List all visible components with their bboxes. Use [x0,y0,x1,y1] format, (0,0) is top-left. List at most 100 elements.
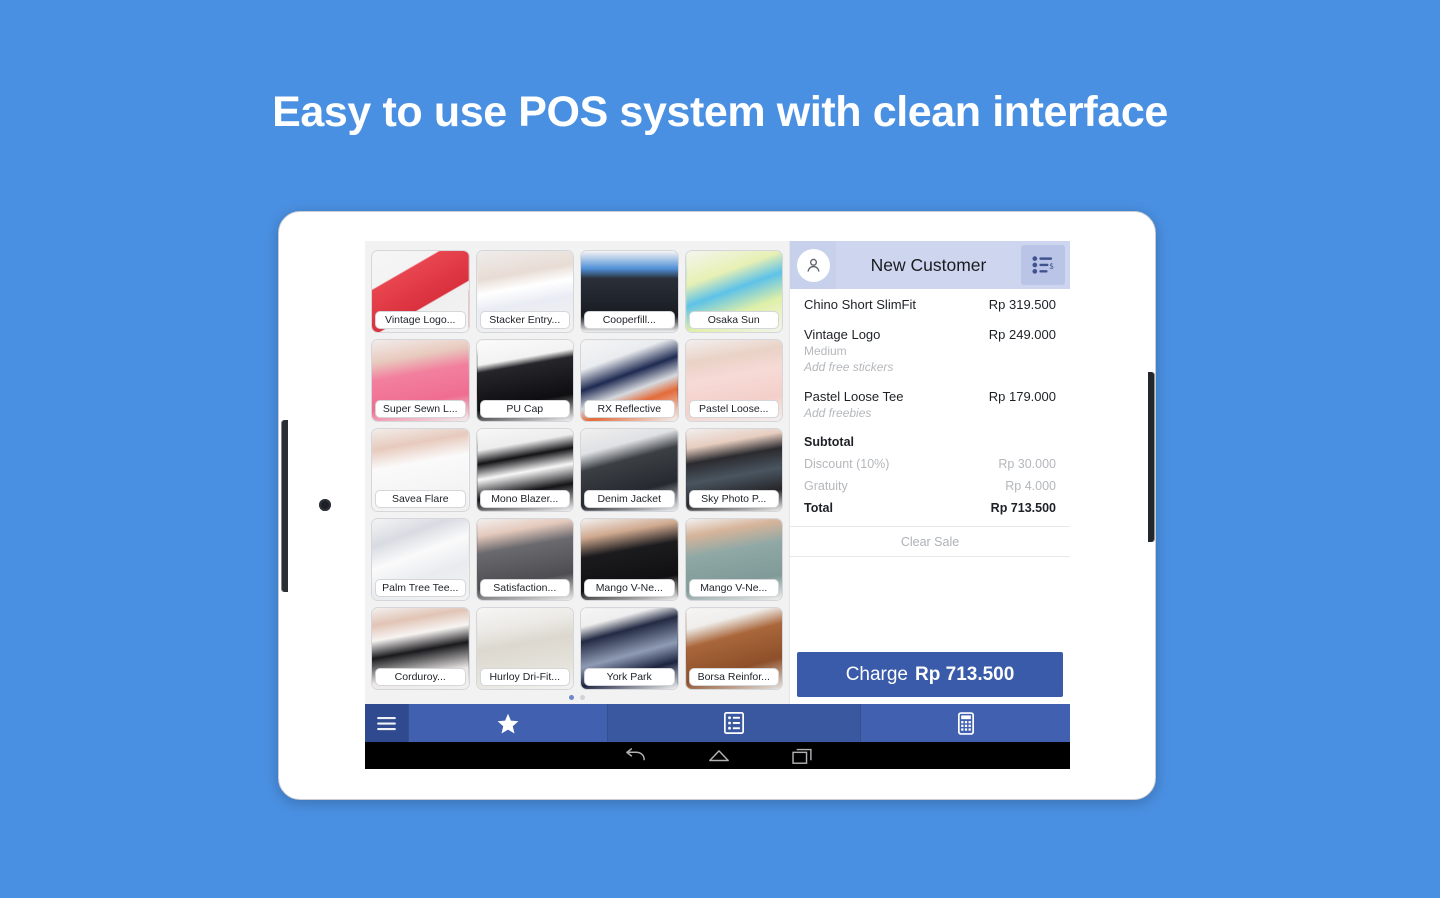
receipt-item-name: Chino Short SlimFit [804,297,916,312]
receipt-item-variant: Medium [804,344,847,358]
product-tile[interactable]: Stacker Entry... [475,250,574,334]
product-tile[interactable]: Osaka Sun [684,250,783,334]
charge-button[interactable]: Charge Rp 713.500 [797,652,1063,697]
receipt-totals: Subtotal Discount (10%) Rp 30.000 Gratuity R… [790,435,1070,523]
receipt-item-line: Chino Short SlimFit Rp 319.500 [804,297,1056,312]
product-tile-label: Savea Flare [375,489,466,508]
product-tile[interactable]: RX Reflective [580,339,679,423]
home-icon [708,750,729,762]
product-tile-label: Super Sewn L... [375,400,466,419]
product-tile[interactable]: Corduroy... [371,606,470,690]
android-home-button[interactable] [708,748,730,763]
receipt-header: New Customer $ [790,241,1070,289]
product-tile-label: Cooperfill... [584,311,675,330]
pagination-dot[interactable] [569,694,574,700]
receipt-item-list: Chino Short SlimFit Rp 319.500 Vintage Log… [790,289,1070,435]
price-list-button[interactable]: $ [1021,245,1065,285]
product-tile-label: Mango V-Ne... [584,578,675,597]
product-tile[interactable]: Denim Jacket [580,428,679,512]
clear-sale-button[interactable]: Clear Sale [790,526,1070,557]
receipt-item[interactable]: Pastel Loose Tee Rp 179.000 Add freebies [804,389,1056,420]
tablet-volume-button [282,420,288,592]
pagination-dot[interactable] [580,694,585,700]
tablet-front-camera [319,499,331,511]
receipt-item-note[interactable]: Add freebies [804,406,1056,420]
product-tile[interactable]: Vintage Logo... [371,250,470,334]
recents-icon [791,748,812,764]
receipt-item[interactable]: Chino Short SlimFit Rp 319.500 [804,297,1056,312]
product-tile-label: York Park [584,667,675,686]
receipt-pane: New Customer $ Chino Short SlimFit Rp 319… [789,241,1070,704]
receipt-total-value: Rp 30.000 [998,457,1056,471]
receipt-item-line: Vintage Logo Rp 249.000 [804,327,1056,342]
receipt-item-price: Rp 249.000 [988,327,1056,342]
product-tile[interactable]: PU Cap [475,339,574,423]
product-tile[interactable]: Palm Tree Tee... [371,517,470,601]
back-icon [625,748,645,761]
product-tile-label: Hurloy Dri-Fit... [479,667,570,686]
nav-favorites-button[interactable] [409,704,608,742]
customer-avatar-button[interactable] [790,241,836,289]
product-tile-label: Vintage Logo... [375,311,466,330]
hamburger-menu-icon [377,716,396,730]
receipt-total-value: Rp 713.500 [990,501,1056,515]
receipt-total-value: Rp 4.000 [1005,479,1056,493]
product-tile[interactable]: Sky Photo P... [684,428,783,512]
product-tile-label: Palm Tree Tee... [375,578,466,597]
receipt-item-price: Rp 319.500 [988,297,1056,312]
product-tile[interactable]: Super Sewn L... [371,339,470,423]
android-back-button[interactable] [624,748,646,763]
product-tile-label: Denim Jacket [584,489,675,508]
receipt-item-line: Pastel Loose Tee Rp 179.000 [804,389,1056,404]
svg-text:$: $ [1050,262,1054,271]
product-tile-label: Osaka Sun [688,311,779,330]
grid-pagination-dots[interactable] [371,690,783,704]
receipt-total-row: Discount (10%) Rp 30.000 [804,457,1056,471]
product-tile[interactable]: Savea Flare [371,428,470,512]
product-tile-label: Corduroy... [375,667,466,686]
receipt-total-label: Discount (10%) [804,457,890,471]
android-recents-button[interactable] [791,748,812,764]
nav-calculator-button[interactable] [861,704,1070,742]
product-tile[interactable]: Satisfaction... [475,517,574,601]
product-tile[interactable]: York Park [580,606,679,690]
charge-amount: Rp 713.500 [915,663,1015,685]
nav-menu-button[interactable] [365,704,409,742]
receipt-total-row: Subtotal [804,435,1056,449]
receipt-total-row: Gratuity Rp 4.000 [804,479,1056,493]
product-grid-pane: Vintage Logo... Stacker Entry... Cooperfil… [365,241,789,704]
avatar [796,248,830,282]
page-title: Easy to use POS system with clean interf… [272,88,1168,136]
tablet-power-button [1148,372,1154,542]
android-system-nav-bar [365,742,1070,769]
product-tile[interactable]: Borsa Reinfor... [684,606,783,690]
nav-catalog-list-button[interactable] [607,704,862,742]
star-icon [497,713,519,734]
receipt-item-note[interactable]: Add free stickers [804,360,1056,374]
product-tile[interactable]: Hurloy Dri-Fit... [475,606,574,690]
product-tile[interactable]: Cooperfill... [580,250,679,334]
receipt-total-row: Total Rp 713.500 [804,501,1056,515]
product-tile[interactable]: Mono Blazer... [475,428,574,512]
product-tile-label: Satisfaction... [479,578,570,597]
receipt-total-label: Total [804,501,833,515]
receipt-item[interactable]: Vintage Logo Rp 249.000 Medium Add free sti… [804,327,1056,374]
pos-main-area: Vintage Logo... Stacker Entry... Cooperfil… [365,241,1070,704]
charge-label: Charge [845,663,909,685]
receipt-spacer [790,557,1070,652]
product-tile-label: PU Cap [479,400,570,419]
product-tile-label: Pastel Loose... [688,400,779,419]
tablet-screen: Vintage Logo... Stacker Entry... Cooperfil… [365,241,1070,769]
customer-name[interactable]: New Customer [836,255,1021,276]
product-tile-label: Mango V-Ne... [688,578,779,597]
person-icon [806,258,820,272]
receipt-total-label: Subtotal [804,435,854,449]
product-tile[interactable]: Mango V-Ne... [684,517,783,601]
product-tile[interactable]: Pastel Loose... [684,339,783,423]
product-grid: Vintage Logo... Stacker Entry... Cooperfil… [371,250,783,690]
product-tile-label: Borsa Reinfor... [688,667,779,686]
bottom-navigation-bar [365,704,1070,742]
receipt-total-label: Gratuity [804,479,848,493]
product-tile-label: Sky Photo P... [688,489,779,508]
product-tile[interactable]: Mango V-Ne... [580,517,679,601]
